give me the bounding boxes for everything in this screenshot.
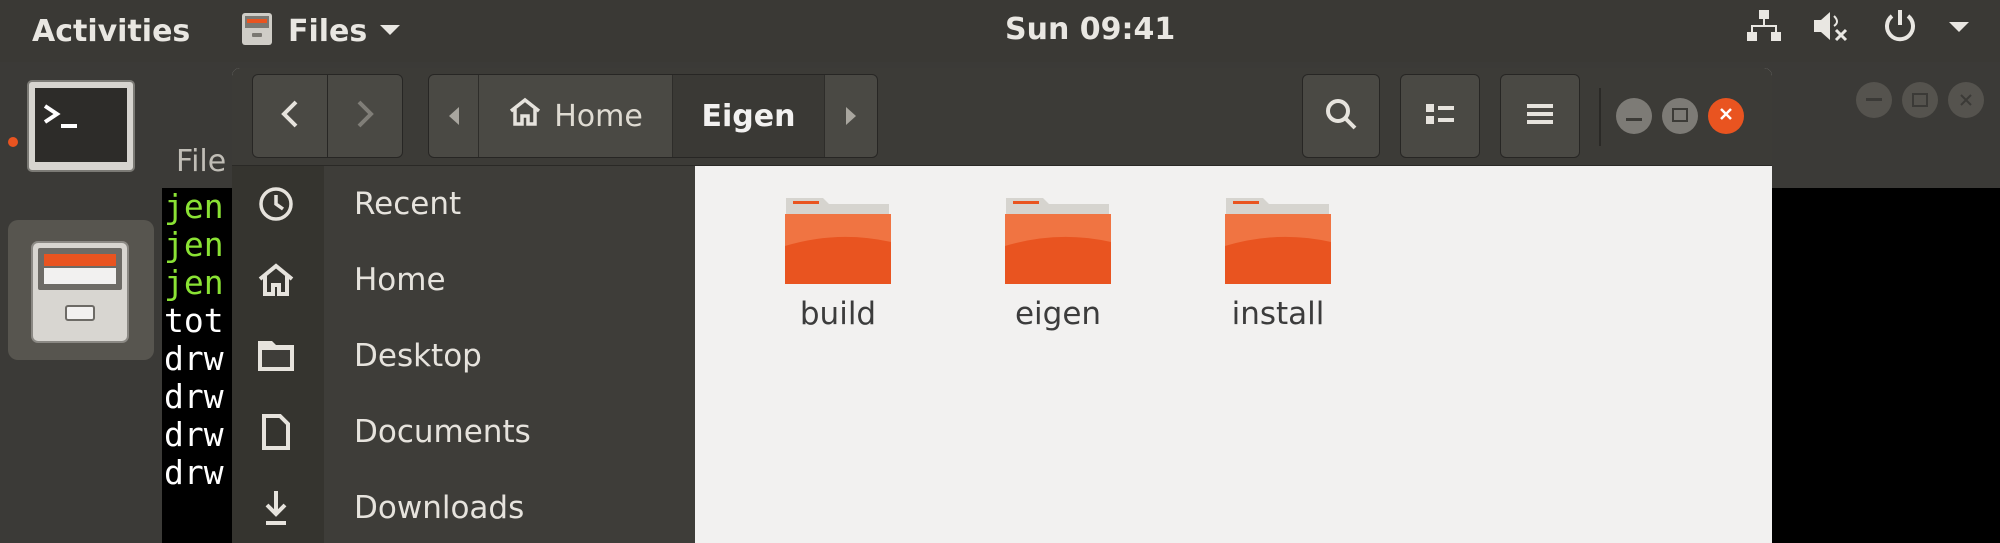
folder-name: install (1231, 296, 1325, 332)
chevron-right-icon (355, 99, 375, 133)
sidebar-item-label: Downloads (354, 490, 525, 526)
folder-icon (783, 194, 893, 286)
folder-item-build[interactable]: build (755, 194, 915, 344)
sidebar-item-downloads[interactable]: Downloads (232, 470, 695, 543)
top-bar: Activities Files Sun 09:41 (0, 0, 2000, 62)
list-view-icon (1424, 100, 1456, 132)
folder-name: eigen (1014, 296, 1102, 332)
path-scroll-left-button[interactable] (429, 75, 479, 157)
dock-files[interactable] (8, 220, 154, 360)
download-icon (254, 486, 298, 530)
close-icon (1718, 106, 1734, 126)
minimize-icon (1626, 107, 1642, 126)
search-icon (1324, 97, 1358, 135)
maximize-icon[interactable] (1902, 82, 1938, 118)
places-sidebar: Recent Home Desktop Documents Downloads (232, 166, 695, 543)
home-icon (508, 97, 542, 135)
sidebar-item-label: Desktop (354, 338, 482, 374)
network-icon[interactable] (1746, 8, 1782, 48)
folder-name: build (799, 296, 877, 332)
dock-terminal[interactable] (8, 68, 154, 208)
view-toggle-button[interactable] (1400, 74, 1480, 158)
app-menu[interactable]: Files (240, 10, 401, 52)
path-segment-label: Home (554, 98, 643, 134)
clock-icon (254, 182, 298, 226)
clock[interactable]: Sun 09:41 (1005, 12, 1175, 47)
files-headerbar: Home Eigen (232, 68, 1772, 166)
terminal-menu-file[interactable]: File (176, 144, 226, 179)
folder-item-eigen[interactable]: eigen (975, 194, 1135, 344)
close-icon[interactable] (1948, 82, 1984, 118)
sidebar-item-label: Home (354, 262, 446, 298)
terminal-window-controls (1856, 82, 1984, 118)
folder-icon (254, 334, 298, 378)
path-scroll-right-button[interactable] (825, 75, 877, 157)
chevron-left-icon (280, 99, 300, 133)
sidebar-item-label: Documents (354, 414, 531, 450)
sidebar-item-documents[interactable]: Documents (232, 394, 695, 470)
folder-item-install[interactable]: install (1195, 194, 1355, 344)
files-cabinet-icon (30, 240, 130, 348)
folder-icon (1003, 194, 1113, 286)
path-segment-label: Eigen (701, 98, 796, 134)
back-button[interactable] (252, 74, 328, 158)
files-window[interactable]: Home Eigen Recent Home Desktop Documents… (232, 68, 1772, 543)
terminal-icon (27, 80, 135, 176)
dock (0, 62, 162, 543)
path-bar: Home Eigen (428, 74, 878, 158)
minimize-button[interactable] (1616, 98, 1652, 134)
search-button[interactable] (1302, 74, 1380, 158)
volume-muted-icon[interactable] (1812, 8, 1852, 48)
minimize-icon[interactable] (1856, 82, 1892, 118)
forward-button[interactable] (327, 74, 403, 158)
hamburger-menu-icon (1526, 102, 1554, 130)
folder-icon (1223, 194, 1333, 286)
maximize-button[interactable] (1662, 98, 1698, 134)
close-button[interactable] (1708, 98, 1744, 134)
home-icon (254, 258, 298, 302)
power-icon[interactable] (1882, 8, 1918, 48)
triangle-left-icon (448, 99, 460, 134)
chevron-down-icon[interactable] (1948, 19, 1970, 38)
file-view[interactable]: build eigen install (695, 166, 1772, 543)
sidebar-item-recent[interactable]: Recent (232, 166, 695, 242)
chevron-down-icon (379, 22, 401, 41)
sidebar-item-label: Recent (354, 186, 462, 222)
maximize-icon (1672, 107, 1688, 126)
sidebar-item-home[interactable]: Home (232, 242, 695, 318)
files-app-icon (240, 11, 274, 51)
system-tray[interactable] (1746, 8, 1970, 48)
path-segment-current[interactable]: Eigen (673, 75, 825, 157)
activities-button[interactable]: Activities (32, 14, 190, 49)
sidebar-item-desktop[interactable]: Desktop (232, 318, 695, 394)
app-menu-label: Files (288, 13, 368, 49)
headerbar-separator (1599, 88, 1601, 146)
triangle-right-icon (845, 99, 857, 134)
document-icon (254, 410, 298, 454)
menu-button[interactable] (1500, 74, 1580, 158)
path-segment-home[interactable]: Home (479, 75, 673, 157)
